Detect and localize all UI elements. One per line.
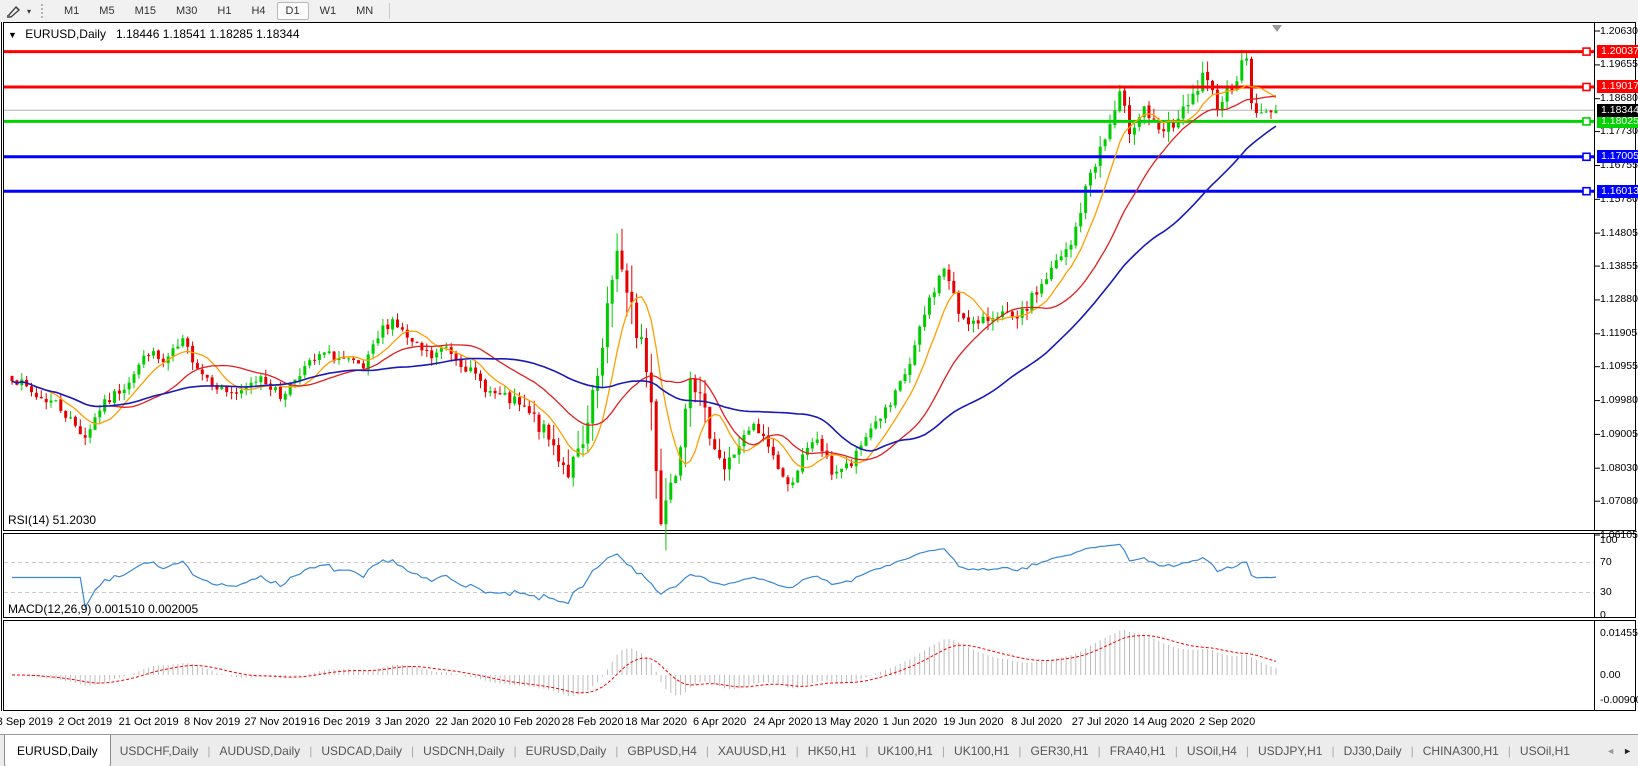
rsi-scale-label: 0	[1600, 609, 1606, 621]
timeframe-button-mn[interactable]: MN	[347, 2, 382, 20]
chart-dropdown-icon[interactable]: ▼	[8, 30, 17, 40]
tab-dj30-daily[interactable]: DJ30,Daily	[1335, 735, 1411, 766]
rsi-panel-frame	[4, 534, 1636, 618]
tab-scroll-left-icon[interactable]: ◄	[1606, 746, 1615, 756]
price-axis-tick-label: 1.11905	[1600, 327, 1637, 339]
tab-xauusd-h1[interactable]: XAUUSD,H1	[709, 735, 796, 766]
macd-panel-frame	[4, 621, 1636, 711]
time-axis-label: 2 Sep 2020	[1199, 716, 1255, 728]
tab-ger30-h1[interactable]: GER30,H1	[1022, 735, 1098, 766]
time-axis-label: 1 Jun 2020	[883, 716, 937, 728]
time-axis-label: 21 Oct 2019	[119, 716, 179, 728]
price-axis-tick-label: 1.10955	[1600, 360, 1638, 372]
timeframe-button-m1[interactable]: M1	[55, 2, 88, 20]
price-axis-tick-label: 1.20630	[1600, 25, 1638, 37]
price-axis-tick-label: 1.13855	[1600, 260, 1638, 272]
tab-uk100-h1[interactable]: UK100,H1	[869, 735, 942, 766]
time-axis-label: 22 Jan 2020	[436, 716, 497, 728]
tab-china300-h1[interactable]: CHINA300,H1	[1414, 735, 1508, 766]
tab-usoil-h4[interactable]: USOil,H4	[1178, 735, 1246, 766]
time-axis-label: 3 Jan 2020	[375, 716, 429, 728]
tab-audusd-daily[interactable]: AUDUSD,Daily	[211, 735, 310, 766]
price-axis-tick-label: 1.07080	[1600, 495, 1638, 507]
timeframe-button-m15[interactable]: M15	[126, 2, 165, 20]
tab-usdjpy-h1[interactable]: USDJPY,H1	[1249, 735, 1331, 766]
time-axis-label: 27 Nov 2019	[244, 716, 306, 728]
time-axis-label: 6 Apr 2020	[693, 716, 746, 728]
toolbar-grip-handle[interactable]	[41, 4, 48, 18]
timeframe-button-w1[interactable]: W1	[311, 2, 346, 20]
chart-title-readout: ▼ EURUSD,Daily 1.18446 1.18541 1.18285 1…	[8, 27, 300, 41]
hline-price-tag: 1.20037	[1597, 45, 1638, 58]
price-axis-tick-label: 1.14805	[1600, 227, 1638, 239]
timeframe-button-group: M1M5M15M30H1H4D1W1MN	[54, 5, 383, 17]
price-chart-canvas[interactable]	[0, 22, 1638, 734]
draw-tool-button[interactable]: ▾	[0, 1, 37, 21]
time-axis-label: 16 Dec 2019	[308, 716, 370, 728]
macd-scale-label: 0.014556	[1600, 627, 1638, 639]
tab-hk50-h1[interactable]: HK50,H1	[799, 735, 866, 766]
tab-eurusd-daily[interactable]: EURUSD,Daily	[4, 735, 111, 766]
chart-region[interactable]: ▼ EURUSD,Daily 1.18446 1.18541 1.18285 1…	[0, 22, 1638, 734]
tab-usdchf-daily[interactable]: USDCHF,Daily	[111, 735, 208, 766]
time-axis-label: 2 Oct 2019	[58, 716, 112, 728]
hline-price-tag: 1.17005	[1597, 150, 1638, 163]
timeframe-button-m5[interactable]: M5	[90, 2, 123, 20]
hline-price-tag: 1.19017	[1597, 80, 1638, 93]
tab-eurusd-daily[interactable]: EURUSD,Daily	[517, 735, 616, 766]
tab-fra40-h1[interactable]: FRA40,H1	[1101, 735, 1175, 766]
price-axis-tick-label: 1.18680	[1600, 92, 1638, 104]
timeframe-button-h1[interactable]: H1	[208, 2, 240, 20]
price-axis-tick-label: 1.08030	[1600, 462, 1638, 474]
time-axis-label: 19 Jun 2020	[943, 716, 1004, 728]
main-panel-frame	[4, 23, 1636, 531]
tab-usdcnh-daily[interactable]: USDCNH,Daily	[414, 735, 513, 766]
time-axis-label: 28 Feb 2020	[562, 716, 624, 728]
rsi-scale-label: 70	[1600, 556, 1612, 568]
tab-scroll-right-icon[interactable]: ►	[1623, 746, 1632, 756]
chart-ohlc-values: 1.18446 1.18541 1.18285 1.18344	[116, 27, 300, 41]
time-axis-label: 13 Sep 2019	[0, 716, 53, 728]
time-axis-label: 10 Feb 2020	[498, 716, 560, 728]
price-axis-tick-label: 1.09980	[1600, 394, 1638, 406]
toolbar: ▾ M1M5M15M30H1H4D1W1MN	[0, 0, 1638, 22]
chart-tabs: EURUSD,DailyUSDCHF,Daily|AUDUSD,Daily|US…	[0, 735, 1600, 766]
time-axis-label: 18 Mar 2020	[625, 716, 687, 728]
price-axis-tick-label: 1.12880	[1600, 293, 1638, 305]
macd-label: MACD(12,26,9) 0.001510 0.002005	[8, 602, 198, 616]
macd-scale-label: -0.00900	[1600, 694, 1638, 706]
time-axis-label: 13 May 2020	[815, 716, 879, 728]
time-axis-label: 27 Jul 2020	[1072, 716, 1129, 728]
current-price-tag: 1.18344	[1597, 104, 1638, 117]
time-axis-label: 8 Jul 2020	[1011, 716, 1062, 728]
time-axis-label: 14 Aug 2020	[1133, 716, 1195, 728]
time-axis-label: 8 Nov 2019	[184, 716, 240, 728]
hline-price-tag: 1.16013	[1597, 185, 1638, 198]
tab-gbpusd-h4[interactable]: GBPUSD,H4	[618, 735, 705, 766]
toolbar-separator	[389, 3, 390, 19]
chart-tab-bar: EURUSD,DailyUSDCHF,Daily|AUDUSD,Daily|US…	[0, 734, 1638, 766]
rsi-scale-label: 100	[1600, 534, 1618, 546]
time-axis-label: 24 Apr 2020	[753, 716, 812, 728]
rsi-label: RSI(14) 51.2030	[8, 513, 96, 527]
timeframe-button-d1[interactable]: D1	[277, 2, 309, 20]
tab-usoil-h1[interactable]: USOil,H1	[1511, 735, 1579, 766]
pencil-icon	[6, 4, 22, 18]
price-axis-tick-label: 1.19655	[1600, 58, 1638, 70]
dropdown-arrow-icon: ▾	[27, 7, 31, 16]
timeframe-button-h4[interactable]: H4	[242, 2, 274, 20]
macd-scale-label: 0.00	[1600, 669, 1620, 681]
trading-terminal-window: ▾ M1M5M15M30H1H4D1W1MN ▼	[0, 0, 1638, 766]
hline-price-tag: 1.18025	[1597, 115, 1638, 128]
timeframe-button-m30[interactable]: M30	[167, 2, 206, 20]
price-axis-tick-label: 1.09005	[1600, 428, 1638, 440]
chart-symbol-period: EURUSD,Daily	[25, 27, 106, 41]
tab-uk100-h1[interactable]: UK100,H1	[945, 735, 1018, 766]
tab-usdcad-daily[interactable]: USDCAD,Daily	[312, 735, 411, 766]
rsi-scale-label: 30	[1600, 586, 1612, 598]
tab-scroll-controls: ◄ ►	[1600, 735, 1638, 766]
